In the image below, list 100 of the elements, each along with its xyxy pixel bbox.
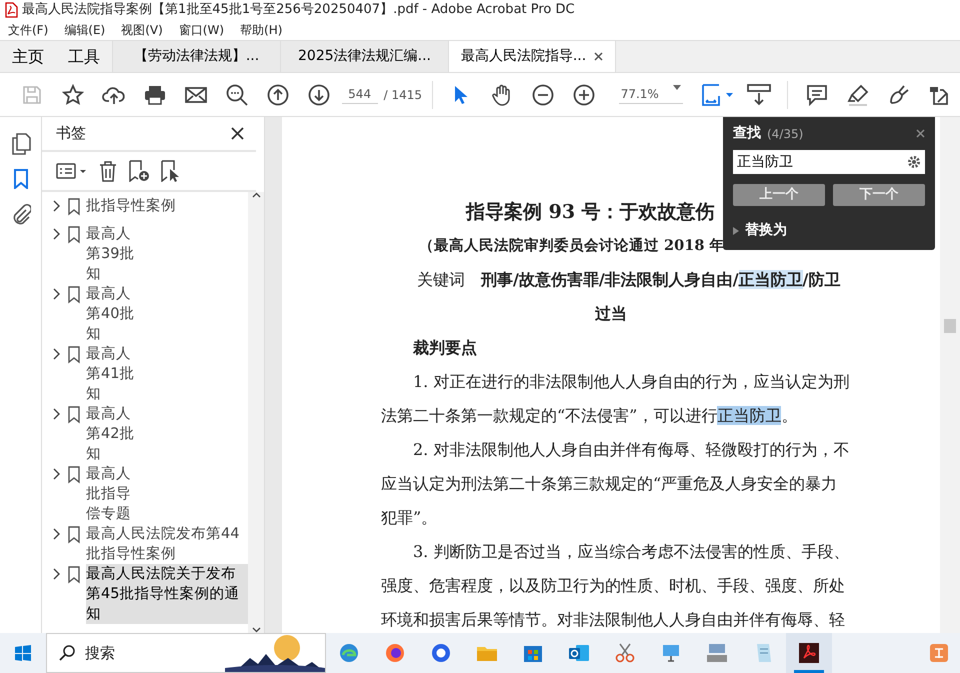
text-line: 犯罪”。 [381, 507, 438, 529]
bookmark-label: 最高人 [86, 344, 132, 364]
browser-icon[interactable] [338, 642, 360, 664]
bookmark-label: 最高人民法院关于发布 [86, 564, 237, 584]
bookmark-label: 最高人民法院发布第44 [86, 524, 240, 544]
pages-icon[interactable] [10, 133, 30, 155]
bookmark-label: 知 [86, 385, 102, 404]
menu-item[interactable]: 窗口(W) [178, 21, 224, 39]
bookmark-icon [68, 404, 80, 424]
bookmark-label: 批指导 [86, 485, 132, 504]
bookmark-label: 偿专题 [86, 505, 132, 524]
bookmark-icon [68, 564, 80, 584]
bookmark-icon [68, 196, 80, 216]
comment-icon[interactable] [806, 84, 828, 106]
bookmark-label: 批指导性案例 [86, 544, 177, 564]
caret-icon [673, 85, 682, 90]
cursor-icon[interactable] [453, 84, 470, 104]
bookmark-label: 最高人 [86, 404, 132, 424]
menu-item[interactable]: 帮助(H) [240, 21, 282, 39]
text-line: 2. 对非法限制他人人身自由并伴有侮辱、轻微殴打的行为，不 [412, 439, 850, 461]
taskbar-search-field[interactable]: 搜索 [46, 633, 326, 673]
expand-triangle-icon [733, 226, 739, 234]
bookmark-icon [68, 284, 80, 304]
mail-icon[interactable] [568, 642, 590, 664]
down-caret-icon [252, 627, 260, 633]
search-icon [59, 645, 75, 661]
keyword-label: 关键词 [417, 269, 465, 291]
zoom-in-icon[interactable] [573, 84, 596, 106]
bookmark-item[interactable]: 最高人民法院发布第44 批指导性案例 [42, 524, 248, 564]
menu-item[interactable]: 文件(F) [8, 21, 48, 39]
document-title: 指导案例 93 号：于欢故意伤 [464, 200, 715, 225]
computer-icon[interactable] [706, 642, 728, 664]
close-icon[interactable] [231, 127, 244, 140]
scroll-mode-icon[interactable] [746, 84, 771, 106]
match-count: (4/35) [767, 126, 804, 142]
text-line: 法第二十条第一款规定的“不法侵害”，可以进行正当防卫。 [381, 405, 798, 427]
tab[interactable]: 工具 [56, 41, 112, 72]
section-heading: 裁判要点 [412, 337, 477, 359]
bookmark-item[interactable]: 最高人 第41批 知 [42, 344, 248, 404]
scissors-icon[interactable] [614, 642, 636, 664]
windows-logo-icon[interactable] [15, 645, 31, 661]
bookmark-label: 第42批 [86, 425, 136, 444]
bookmark-item[interactable]: 最高人 第42批 知 [42, 404, 248, 464]
bookmark-label: 最高人 [86, 224, 132, 244]
bookmark-label: 第40批 [86, 305, 136, 324]
menu-item[interactable]: 编辑(E) [64, 21, 106, 39]
bookmark-icon[interactable] [14, 169, 28, 189]
tab[interactable]: 主页 [0, 41, 56, 72]
bookmark-item[interactable]: 最高人 第39批 知 [42, 224, 248, 284]
menu-item[interactable]: 视图(V) [121, 21, 163, 39]
bookmark-label: 知 [86, 325, 102, 344]
text-line: 1. 对正在进行的非法限制他人人身自由的行为，应当认定为刑 [412, 371, 850, 393]
bookmark-icon [68, 344, 80, 364]
window-title: 最高人民法院指导案例【第1批至45批1号至256号20250407】.pdf - Adobe Acrobat Pro DC [22, 1, 575, 20]
text-line: 应当认定为刑法第二十条第三款规定的“严重危及人身安全的暴力 [381, 473, 838, 495]
bookmark-label: 第39批 [86, 245, 136, 264]
mail-icon[interactable] [185, 86, 208, 102]
search-icon[interactable] [226, 84, 248, 106]
tab[interactable]: 【劳动法律法规】... [112, 41, 280, 72]
pdf-app-icon[interactable] [798, 642, 820, 664]
browser-icon[interactable] [384, 642, 406, 664]
bookmark-icon [68, 524, 80, 544]
tab[interactable]: 2025法律法规汇编... [280, 41, 448, 72]
app-icon[interactable] [430, 642, 452, 664]
bookmark-icon [68, 464, 80, 484]
star-icon[interactable] [62, 84, 84, 106]
text-line: 环境和损害后果等情节。对非法限制他人人身自由并伴有侮辱、轻 [381, 609, 845, 631]
bookmark-item[interactable]: 最高人 批指导 偿专题 [42, 464, 248, 524]
bookmark-label: 最高人 [86, 464, 132, 484]
bookmark-label: 最高人 [86, 284, 132, 304]
keyword-list: 刑事/故意伤害罪/非法限制人身自由/正当防卫/防卫 [481, 263, 840, 297]
bookmark-label: 批指导性案例 [86, 196, 177, 216]
highlighter-icon[interactable] [846, 84, 869, 106]
text-line: 3. 判断防卫是否过当，应当综合考虑不法侵害的性质、手段、 [412, 541, 850, 563]
bookmark-item[interactable]: 批指导性案例 [42, 196, 248, 216]
close-icon[interactable] [594, 52, 604, 61]
search-field[interactable]: 正当防卫 [733, 150, 925, 174]
text-line: 过当 [595, 303, 627, 325]
zoom-out-icon[interactable] [532, 84, 554, 106]
bookmark-item[interactable]: 最高人 第40批 知 [42, 284, 248, 344]
paperclip-icon[interactable] [10, 203, 30, 225]
scrollbar-thumb[interactable] [944, 319, 956, 333]
trash-icon[interactable] [98, 160, 118, 182]
page-total: / 1415 [384, 86, 422, 104]
monitor-icon[interactable] [660, 642, 682, 664]
add-bookmark-icon[interactable] [128, 160, 150, 182]
bookmark-label: 第41批 [86, 365, 136, 384]
tab[interactable]: 最高人民法院指导... [448, 41, 616, 72]
bookmark-label: 第45批指导性案例的通 [86, 584, 240, 604]
zoom-dropdown[interactable]: 77.1% [618, 85, 684, 104]
bookmark-label: 知 [86, 265, 102, 284]
list-options-icon[interactable] [56, 162, 88, 180]
scrollbar[interactable] [248, 192, 264, 633]
bookmark-icon [68, 224, 80, 244]
settings-icon[interactable] [907, 155, 921, 169]
find-title: 查找 [733, 124, 761, 143]
replace-toggle[interactable]: 替换为 [733, 220, 787, 241]
text-line: 强度、危害程度，以及防卫行为的性质、时机、手段、强度、所处 [381, 575, 845, 597]
printer-icon[interactable] [144, 84, 166, 104]
fit-page-icon[interactable] [700, 82, 735, 106]
